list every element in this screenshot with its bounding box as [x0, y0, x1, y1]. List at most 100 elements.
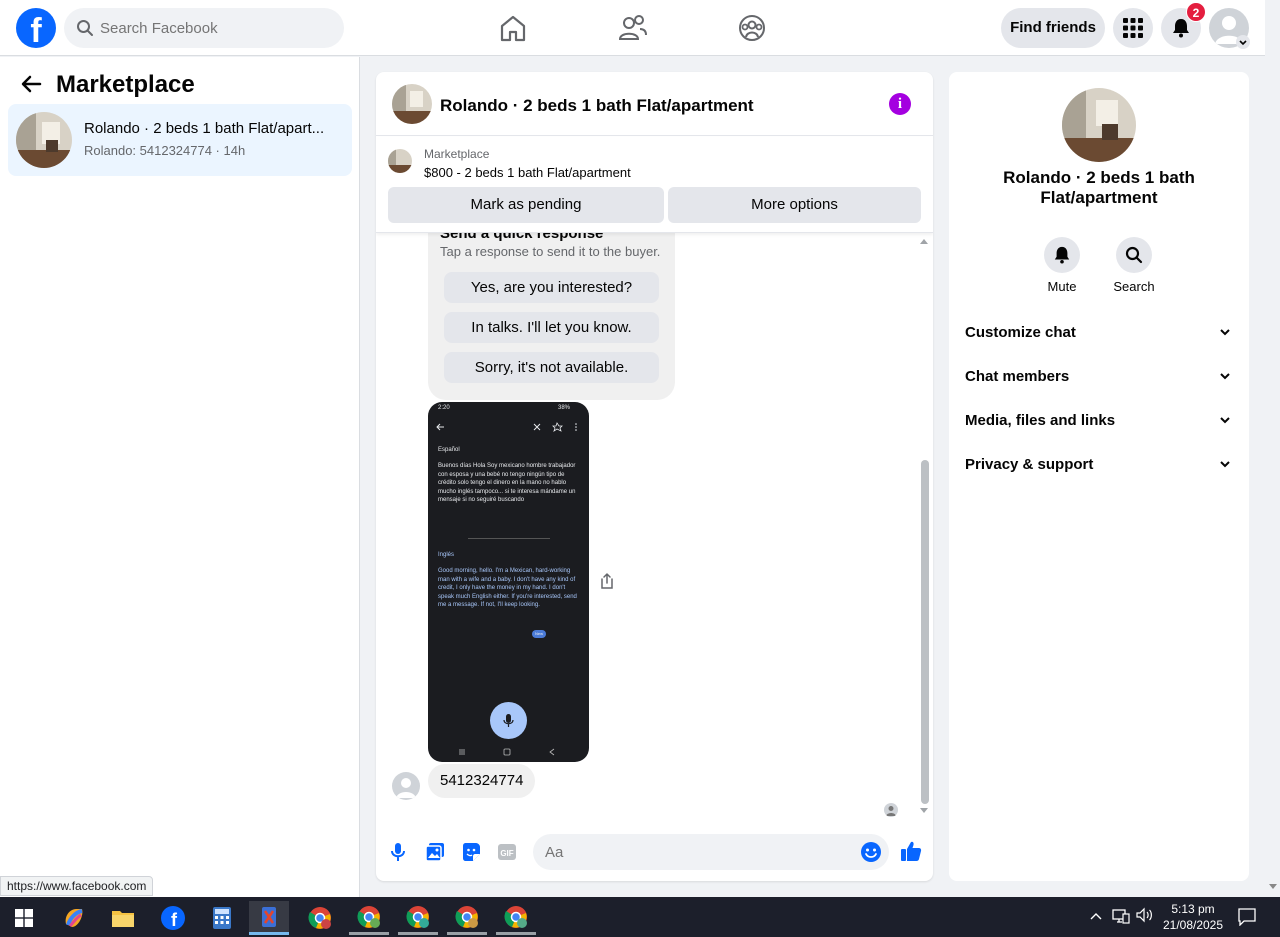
mute-label: Mute	[1047, 279, 1077, 294]
quick-response-3[interactable]: Sorry, it's not available.	[444, 352, 659, 383]
listing-category: Marketplace	[424, 147, 490, 161]
listing-thumbnail	[16, 112, 72, 168]
top-bar: f Find friends 2	[0, 0, 1265, 56]
mute-button[interactable]: Mute	[1032, 237, 1092, 294]
system-clock[interactable]: 5:13 pm 21/08/2025	[1158, 901, 1228, 933]
file-explorer-icon[interactable]	[103, 901, 143, 935]
share-icon[interactable]	[600, 572, 614, 590]
chrome-profile-4-icon[interactable]	[447, 901, 487, 935]
conversation-item[interactable]: Rolando · 2 beds 1 bath Flat/apart... Ro…	[8, 104, 352, 176]
notification-center-icon[interactable]	[1238, 908, 1256, 926]
home-icon[interactable]	[498, 12, 528, 44]
page-scrollbar[interactable]	[1265, 0, 1280, 897]
screenshot-spanish-text: Buenos días Hola Soy mexicano hombre tra…	[438, 463, 576, 503]
mark-as-pending-button[interactable]: Mark as pending	[388, 187, 664, 223]
network-icon[interactable]	[1112, 908, 1130, 924]
page-scroll-down-icon[interactable]	[1269, 884, 1277, 890]
scroll-up-arrow-icon[interactable]	[920, 238, 928, 244]
chevron-down-icon	[1220, 373, 1230, 380]
scrollbar-thumb[interactable]	[921, 460, 929, 804]
voice-clip-icon[interactable]	[390, 842, 406, 862]
chrome-profile-2-icon[interactable]	[349, 901, 389, 935]
listing-price-title[interactable]: $800 - 2 beds 1 bath Flat/apartment	[424, 165, 631, 180]
chrome-profile-1-icon[interactable]	[300, 901, 340, 935]
status-url: https://www.facebook.com	[0, 876, 154, 896]
search-icon	[1125, 246, 1143, 264]
windows-taskbar: f 5:13 pm 21/08/2025	[0, 897, 1280, 937]
listing-bar: Marketplace $800 - 2 beds 1 bath Flat/ap…	[376, 137, 933, 233]
start-button[interactable]	[4, 901, 44, 935]
chat-title[interactable]: Rolando · 2 beds 1 bath Flat/apartment	[440, 96, 754, 116]
section-media-files-links[interactable]: Media, files and links	[949, 400, 1249, 444]
sender-avatar[interactable]	[392, 772, 420, 800]
scroll-down-arrow-icon[interactable]	[920, 808, 928, 814]
search-icon	[77, 20, 93, 36]
friends-icon[interactable]	[618, 12, 648, 44]
listing-thumbnail-small[interactable]	[388, 149, 412, 173]
groups-icon[interactable]	[737, 12, 767, 44]
screenshot-new-badge: New	[532, 630, 546, 638]
page-title: Marketplace	[56, 71, 195, 98]
svg-text:f: f	[171, 910, 178, 930]
section-label: Media, files and links	[965, 412, 1116, 429]
more-options-button[interactable]: More options	[668, 187, 921, 223]
chevron-down-icon	[1220, 417, 1230, 424]
thumbs-up-icon[interactable]	[900, 840, 922, 862]
screenshot-lang-target: Inglés	[438, 552, 455, 558]
screenshot-nav-bar	[459, 748, 555, 756]
chrome-profile-5-icon[interactable]	[496, 901, 536, 935]
section-label: Privacy & support	[965, 456, 1094, 473]
bell-icon	[1054, 246, 1070, 264]
gif-icon[interactable]: GIF	[497, 842, 517, 862]
chat-avatar[interactable]	[392, 84, 432, 124]
conversation-preview: Rolando: 5412324774 · 14h	[84, 143, 246, 158]
menu-button[interactable]	[1113, 8, 1153, 48]
grid-menu-icon	[1123, 18, 1143, 38]
section-label: Chat members	[965, 368, 1070, 385]
screenshot-lang-source: Español	[438, 447, 460, 453]
search-input[interactable]	[100, 8, 330, 48]
clock-time: 5:13 pm	[1171, 902, 1215, 916]
clock-date: 21/08/2025	[1162, 918, 1224, 932]
calculator-icon[interactable]	[202, 901, 242, 935]
messages-scrollbar[interactable]	[918, 232, 930, 814]
bell-icon	[1173, 19, 1189, 38]
info-icon[interactable]: i	[889, 93, 911, 115]
message-bubble[interactable]: 5412324774	[428, 764, 536, 798]
section-chat-members[interactable]: Chat members	[949, 356, 1249, 400]
chat-header: Rolando · 2 beds 1 bath Flat/apartment i	[376, 72, 933, 136]
conversation-title: Rolando · 2 beds 1 bath Flat/apart...	[84, 120, 325, 137]
attach-photo-icon[interactable]	[425, 842, 445, 862]
section-label: Customize chat	[965, 324, 1076, 341]
sticker-icon[interactable]	[461, 842, 481, 862]
screenshot-toolbar-icons	[436, 422, 577, 432]
search-in-conversation-button[interactable]: Search	[1104, 237, 1164, 294]
left-sidebar: Marketplace Rolando · 2 beds 1 bath Flat…	[0, 57, 360, 897]
copilot-taskbar-icon[interactable]	[54, 901, 94, 935]
conversation-profile-image[interactable]	[1062, 88, 1136, 162]
chrome-profile-3-icon[interactable]	[398, 901, 438, 935]
screenshot-mic-button	[490, 702, 527, 739]
quick-response-1[interactable]: Yes, are you interested?	[444, 272, 659, 303]
section-privacy-support[interactable]: Privacy & support	[949, 444, 1249, 488]
facebook-taskbar-icon[interactable]: f	[153, 901, 193, 935]
volume-icon[interactable]	[1136, 907, 1154, 923]
svg-text:GIF: GIF	[500, 849, 513, 858]
tray-chevron-up-icon[interactable]	[1090, 911, 1102, 921]
message-composer: GIF	[376, 828, 933, 878]
account-chevron-icon[interactable]	[1236, 35, 1250, 49]
search-box[interactable]	[64, 8, 344, 48]
facebook-logo-icon[interactable]: f	[16, 8, 56, 48]
seen-indicator-avatar	[884, 803, 898, 817]
emoji-icon[interactable]	[860, 841, 882, 863]
quick-response-2[interactable]: In talks. I'll let you know.	[444, 312, 659, 343]
screenshot-english-text: Good morning, hello. I'm a Mexican, hard…	[438, 568, 577, 608]
chevron-down-icon	[1220, 329, 1230, 336]
message-input[interactable]	[533, 834, 889, 870]
section-customize-chat[interactable]: Customize chat	[949, 312, 1249, 356]
find-friends-button[interactable]: Find friends	[1001, 8, 1105, 48]
chat-panel: Rolando · 2 beds 1 bath Flat/apartment i…	[376, 72, 933, 881]
translation-screenshot-image[interactable]: 2:20 38% Español Buenos días Hola Soy me…	[428, 402, 589, 762]
back-arrow-icon[interactable]	[20, 73, 42, 95]
snipping-tool-icon[interactable]	[249, 901, 289, 935]
